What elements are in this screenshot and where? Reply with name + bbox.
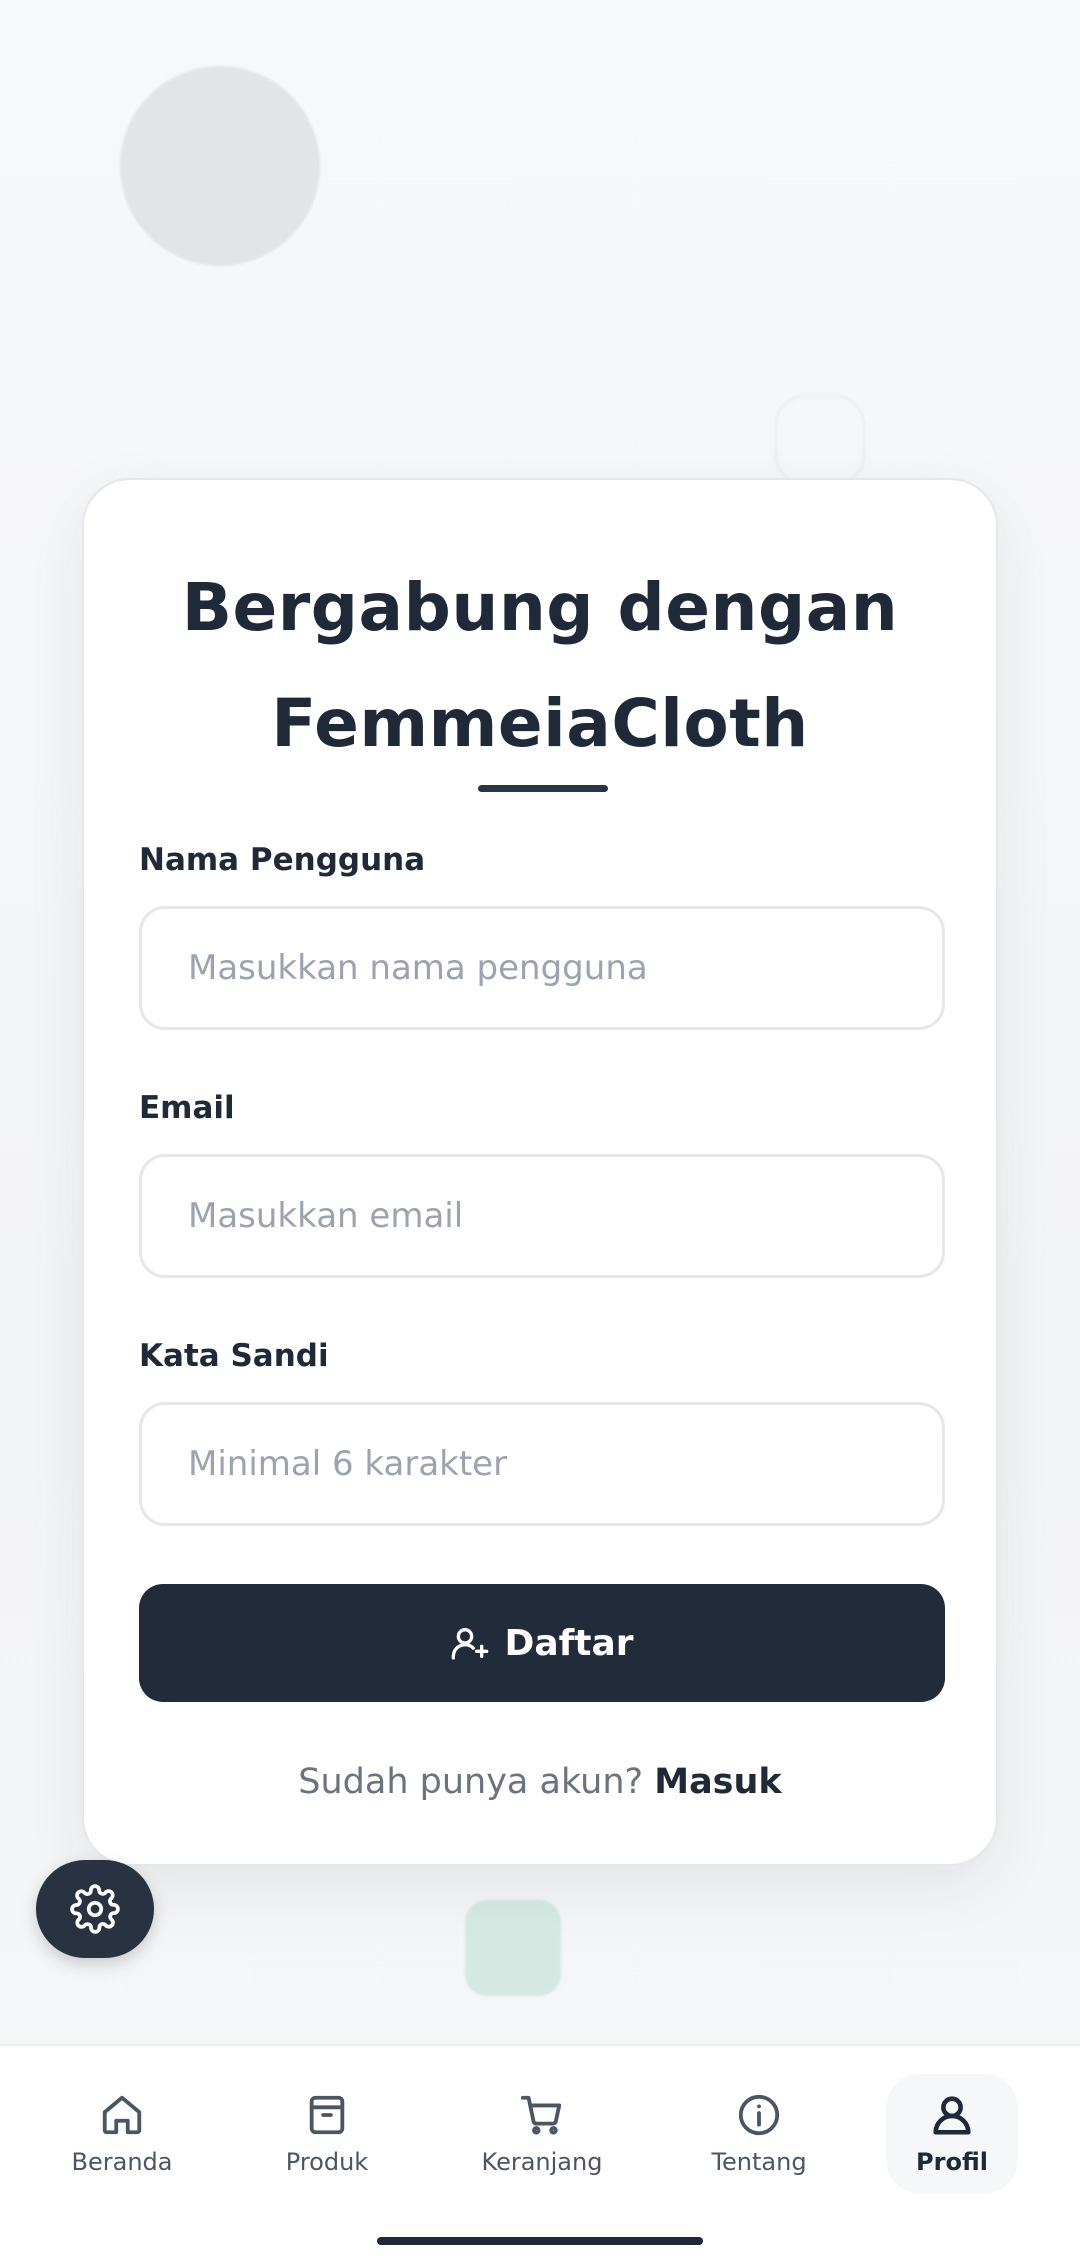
login-link[interactable]: Masuk (654, 1762, 781, 1802)
password-input[interactable]: Minimal 6 karakter (139, 1402, 945, 1526)
user-icon (933, 2096, 971, 2135)
register-card: Bergabung dengan FemmeiaCloth Nama Pengg… (82, 478, 998, 1866)
email-input[interactable]: Masukkan email (139, 1154, 945, 1278)
username-label: Nama Pengguna (139, 842, 426, 878)
nav-item-profil[interactable]: Profil (886, 2074, 1018, 2194)
login-prompt: Sudah punya akun? Masuk (84, 1762, 996, 1802)
nav-label-tentang: Tentang (711, 2148, 807, 2176)
decorative-circle (120, 66, 320, 266)
info-icon (738, 2094, 780, 2136)
password-label: Kata Sandi (139, 1338, 329, 1374)
user-plus-icon (452, 1628, 489, 1660)
archive-icon (309, 2095, 345, 2135)
gear-icon (70, 1884, 120, 1934)
home-icon (102, 2095, 142, 2135)
login-prompt-text: Sudah punya akun? (298, 1762, 644, 1802)
nav-item-tentang[interactable]: Tentang (684, 2074, 834, 2194)
title-underline (478, 785, 608, 792)
nav-label-beranda: Beranda (71, 2148, 173, 2176)
nav-label-produk: Produk (285, 2148, 369, 2176)
title-line-1: Bergabung dengan (181, 569, 899, 646)
nav-item-keranjang[interactable]: Keranjang (467, 2074, 617, 2194)
password-placeholder: Minimal 6 karakter (188, 1444, 508, 1484)
bottom-nav: Beranda Produk Keranjang Tentang Profil (0, 2044, 1080, 2260)
email-label: Email (139, 1090, 235, 1126)
username-placeholder: Masukkan nama pengguna (188, 948, 648, 988)
title-line-2: FemmeiaCloth (271, 685, 809, 762)
nav-label-profil: Profil (916, 2148, 988, 2176)
home-indicator (377, 2237, 703, 2245)
settings-button[interactable] (36, 1860, 154, 1958)
nav-label-keranjang: Keranjang (481, 2148, 603, 2176)
email-placeholder: Masukkan email (188, 1196, 464, 1236)
nav-item-beranda[interactable]: Beranda (47, 2074, 197, 2194)
register-button[interactable]: Daftar (139, 1584, 945, 1702)
register-page: Bergabung dengan FemmeiaCloth Nama Pengg… (0, 0, 1080, 2260)
decorative-square (465, 1900, 561, 1996)
register-button-label: Daftar (504, 1622, 634, 1664)
username-input[interactable]: Masukkan nama pengguna (139, 906, 945, 1030)
page-title: Bergabung dengan FemmeiaCloth (84, 550, 996, 782)
cart-icon (520, 2095, 562, 2135)
decorative-square (775, 395, 865, 485)
nav-item-produk[interactable]: Produk (252, 2074, 402, 2194)
